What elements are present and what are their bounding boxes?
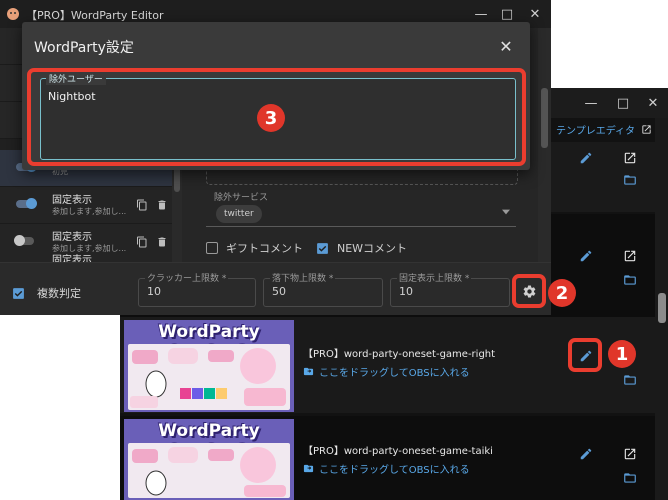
delete-icon[interactable] — [156, 235, 168, 249]
fixed-display-limit-field[interactable]: 固定表示上限数 * 10 — [390, 271, 510, 307]
edit-icon[interactable] — [576, 148, 596, 168]
template-editor-label: テンプレエディタ — [556, 126, 635, 137]
close-icon[interactable]: ✕ — [642, 92, 664, 114]
folder-icon[interactable] — [620, 370, 640, 390]
badge-1: 1 — [608, 340, 636, 368]
dialog-title: WordParty設定 — [34, 40, 134, 56]
multi-judge-label: 複数判定 — [37, 287, 81, 300]
chevron-down-icon — [502, 209, 510, 215]
service-chip[interactable]: twitter — [216, 205, 262, 223]
sidebar-item-sub: 参加します,参加し... — [52, 207, 127, 216]
highlight-box-1 — [568, 338, 602, 372]
scrollbar[interactable] — [538, 28, 551, 262]
sidebar-item[interactable]: 固定表示 参加します,参加し... — [0, 187, 182, 224]
open-external-icon[interactable] — [620, 246, 640, 266]
multi-judge-checkbox[interactable]: 複数判定 — [12, 285, 81, 301]
drag-to-obs-link[interactable]: ここをドラッグしてOBSに入れる — [303, 461, 470, 476]
gift-comment-checkbox[interactable]: ギフトコメント — [206, 240, 303, 256]
folder-arrow-icon — [303, 367, 314, 376]
open-external-icon[interactable] — [620, 444, 640, 464]
gift-comment-label: ギフトコメント — [226, 242, 303, 255]
fixed-display-limit-label: 固定表示上限数 * — [397, 271, 472, 284]
edit-icon[interactable] — [576, 246, 596, 266]
folder-icon[interactable] — [620, 270, 640, 290]
badge-2: 2 — [548, 279, 576, 307]
copy-icon[interactable] — [136, 198, 148, 212]
open-external-icon[interactable] — [620, 148, 640, 168]
dialog-close-icon[interactable]: ✕ — [496, 36, 516, 56]
sidebar-item-sub: 参加します,参加し... — [52, 244, 127, 253]
sidebar-item-title: 固定表示 — [52, 232, 92, 243]
fixed-display-limit-value: 10 — [399, 285, 413, 298]
minimize-icon[interactable]: — — [580, 92, 602, 114]
folder-arrow-icon — [303, 464, 314, 473]
falling-limit-value: 50 — [272, 285, 286, 298]
delete-icon[interactable] — [156, 198, 168, 212]
template-editor-link[interactable]: テンプレエディタ — [556, 122, 652, 137]
sidebar-item-title: 固定表示 — [52, 195, 92, 206]
drag-to-obs-label: ここをドラッグしてOBSに入れる — [319, 368, 470, 379]
template-thumbnail: WordParty OneSet3 — [124, 320, 294, 412]
thumbnail-art — [128, 344, 290, 410]
copy-icon[interactable] — [136, 235, 148, 249]
drag-to-obs-link[interactable]: ここをドラッグしてOBSに入れる — [303, 364, 470, 379]
enable-toggle[interactable] — [16, 198, 37, 209]
window-title: 【PRO】WordParty Editor — [26, 9, 164, 22]
cracker-limit-field[interactable]: クラッカー上限数 * 10 — [138, 271, 256, 307]
checkbox-checked-icon — [317, 242, 328, 254]
new-comment-checkbox[interactable]: NEWコメント — [316, 240, 407, 256]
thumbnail-art — [128, 443, 290, 498]
new-comment-label: NEWコメント — [337, 242, 408, 255]
checkbox-checked-icon — [13, 287, 24, 299]
excluded-service-select[interactable]: 除外サービス twitter — [206, 193, 516, 227]
badge-3: 3 — [257, 104, 285, 132]
list-item: WordParty OneSet3 【PRO】word-party-oneset… — [120, 416, 655, 500]
open-external-icon — [642, 125, 651, 134]
cracker-limit-value: 10 — [147, 285, 161, 298]
excluded-service-label: 除外サービス — [214, 193, 269, 203]
template-name: 【PRO】word-party-oneset-game-right — [303, 349, 496, 360]
checkbox-unchecked-icon — [206, 242, 218, 254]
highlight-box-2 — [512, 274, 546, 308]
scrollbar-thumb[interactable] — [541, 88, 548, 148]
template-thumbnail: WordParty OneSet3 — [124, 419, 294, 500]
folder-icon[interactable] — [620, 468, 640, 488]
maximize-icon[interactable]: □ — [612, 92, 634, 114]
falling-limit-field[interactable]: 落下物上限数 * 50 — [263, 271, 383, 307]
drag-to-obs-label: ここをドラッグしてOBSに入れる — [319, 465, 470, 476]
edit-icon[interactable] — [576, 444, 596, 464]
falling-limit-label: 落下物上限数 * — [270, 271, 336, 284]
enable-toggle[interactable] — [14, 235, 34, 246]
app-logo-icon — [7, 8, 19, 20]
cracker-limit-label: クラッカー上限数 * — [145, 271, 229, 284]
scrollbar-thumb[interactable] — [658, 293, 666, 323]
folder-icon[interactable] — [620, 170, 640, 190]
template-name: 【PRO】word-party-oneset-game-taiki — [303, 446, 493, 457]
